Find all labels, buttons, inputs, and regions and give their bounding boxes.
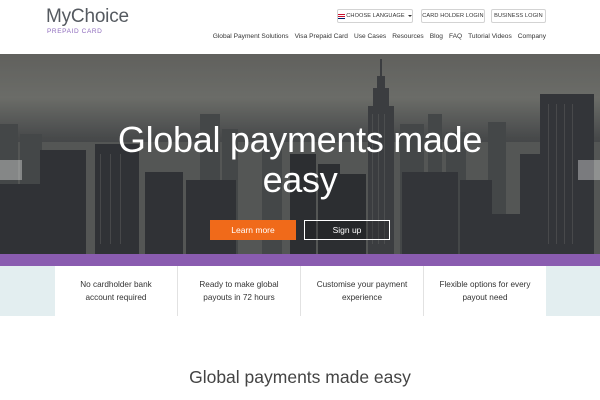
- sign-up-button[interactable]: Sign up: [304, 220, 390, 240]
- nav-tutorial-videos[interactable]: Tutorial Videos: [468, 33, 512, 40]
- arrow-left-icon[interactable]: [0, 160, 22, 180]
- feature-strip: No cardholder bank account required Read…: [55, 266, 546, 316]
- choose-language-button[interactable]: CHOOSE LANGUAGE: [337, 9, 413, 23]
- business-login-button[interactable]: BUSINESS LOGIN: [491, 9, 546, 23]
- logo-name: MyChoice: [46, 6, 129, 27]
- purple-divider: [0, 254, 600, 266]
- page: MyChoice PREPAID CARD CHOOSE LANGUAGE CA…: [0, 0, 600, 400]
- choose-language-label: CHOOSE LANGUAGE: [346, 13, 405, 19]
- feature-item: Ready to make global payouts in 72 hours: [178, 266, 301, 316]
- chevron-down-icon: [407, 15, 412, 17]
- hero-banner: Global payments made easy Learn more Sig…: [0, 54, 600, 254]
- nav-use-cases[interactable]: Use Cases: [354, 33, 386, 40]
- feature-item: Customise your payment experience: [301, 266, 424, 316]
- section-title: Global payments made easy: [189, 367, 411, 387]
- feature-item: Flexible options for every payout need: [439, 280, 531, 302]
- nav-visa-prepaid-card[interactable]: Visa Prepaid Card: [295, 33, 348, 40]
- learn-more-button[interactable]: Learn more: [210, 220, 296, 240]
- uk-flag-icon: [338, 13, 346, 19]
- card-holder-login-button[interactable]: CARD HOLDER LOGIN: [421, 9, 485, 23]
- nav-blog[interactable]: Blog: [430, 33, 443, 40]
- nav-company[interactable]: Company: [518, 33, 546, 40]
- arrow-right-icon[interactable]: [578, 160, 600, 180]
- feature-item: No cardholder bank account required: [55, 266, 178, 316]
- main-nav: Global Payment Solutions Visa Prepaid Ca…: [213, 33, 546, 40]
- logo[interactable]: MyChoice PREPAID CARD: [46, 6, 129, 36]
- nav-global-payment-solutions[interactable]: Global Payment Solutions: [213, 33, 289, 40]
- logo-tagline: PREPAID CARD: [47, 28, 103, 35]
- nav-faq[interactable]: FAQ: [449, 33, 462, 40]
- site-header: MyChoice PREPAID CARD CHOOSE LANGUAGE CA…: [0, 0, 600, 54]
- nav-resources[interactable]: Resources: [392, 33, 424, 40]
- hero-title: Global payments made easy: [117, 119, 483, 200]
